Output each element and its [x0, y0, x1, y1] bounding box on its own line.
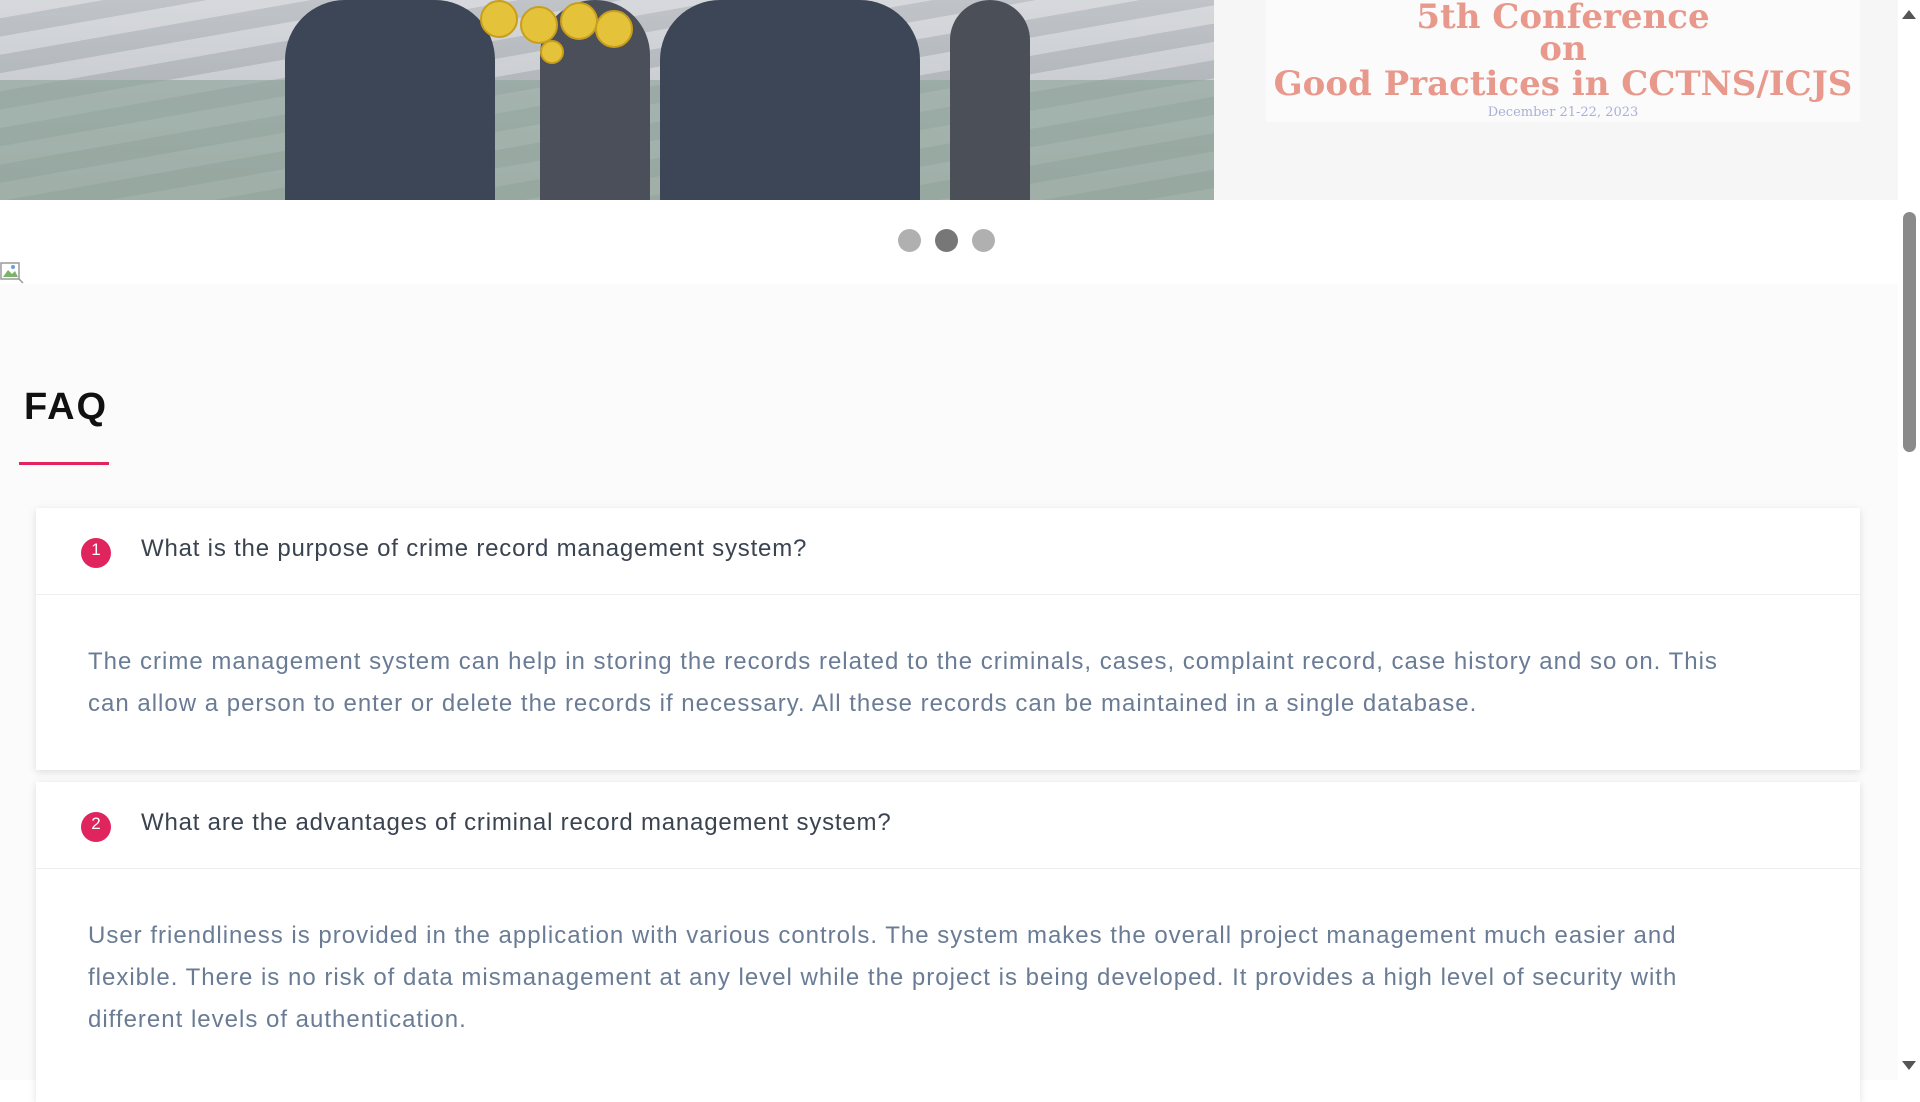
- photo-person-left: [285, 0, 495, 200]
- banner-title-line2: on: [1539, 29, 1587, 69]
- carousel-dot-1[interactable]: [898, 229, 921, 252]
- faq-item: 1 What is the purpose of crime record ma…: [36, 508, 1860, 770]
- faq-question-text: What are the advantages of criminal reco…: [141, 809, 892, 836]
- faq-answer-line: can allow a person to enter or delete th…: [88, 690, 1478, 717]
- faq-item: 2 What are the advantages of criminal re…: [36, 782, 1860, 1102]
- carousel-slide-photo: [0, 0, 1214, 200]
- faq-answer-1: The crime management system can help in …: [36, 595, 1860, 725]
- scroll-down-arrow-icon[interactable]: [1902, 1061, 1916, 1070]
- faq-section: FAQ 1 What is the purpose of crime recor…: [0, 284, 1898, 1102]
- faq-answer-2: User friendliness is provided in the app…: [36, 869, 1860, 1041]
- vertical-scrollbar[interactable]: [1898, 0, 1920, 1080]
- broken-image-icon: [0, 262, 24, 284]
- faq-question-1[interactable]: 1 What is the purpose of crime record ma…: [36, 508, 1860, 595]
- carousel-dot-3[interactable]: [972, 229, 995, 252]
- carousel-indicators: [898, 229, 995, 252]
- faq-heading-underline: [19, 462, 109, 465]
- faq-answer-line: The crime management system can help in …: [88, 648, 1718, 675]
- carousel-dot-2[interactable]: [935, 229, 958, 252]
- scrollbar-thumb[interactable]: [1903, 212, 1916, 452]
- faq-answer-line: flexible. There is no risk of data misma…: [88, 964, 1678, 991]
- faq-question-2[interactable]: 2 What are the advantages of criminal re…: [36, 782, 1860, 869]
- faq-number-badge: 1: [81, 538, 111, 568]
- faq-question-text: What is the purpose of crime record mana…: [141, 535, 808, 562]
- bouquet-image: [470, 0, 640, 90]
- banner-title-line3: Good Practices in CCTNS/ICJS: [1273, 64, 1853, 104]
- faq-answer-line: different levels of authentication.: [88, 1006, 467, 1033]
- banner-date: December 21-22, 2023: [1487, 105, 1639, 120]
- faq-number-badge: 2: [81, 812, 111, 842]
- conference-banner: 5th Conference on Good Practices in CCTN…: [1266, 0, 1860, 122]
- photo-person-far-right: [950, 0, 1030, 200]
- image-carousel[interactable]: 5th Conference on Good Practices in CCTN…: [0, 0, 1898, 200]
- faq-heading: FAQ: [24, 386, 109, 428]
- scroll-up-arrow-icon[interactable]: [1902, 10, 1916, 19]
- photo-person-right: [660, 0, 920, 200]
- faq-answer-line: User friendliness is provided in the app…: [88, 922, 1677, 949]
